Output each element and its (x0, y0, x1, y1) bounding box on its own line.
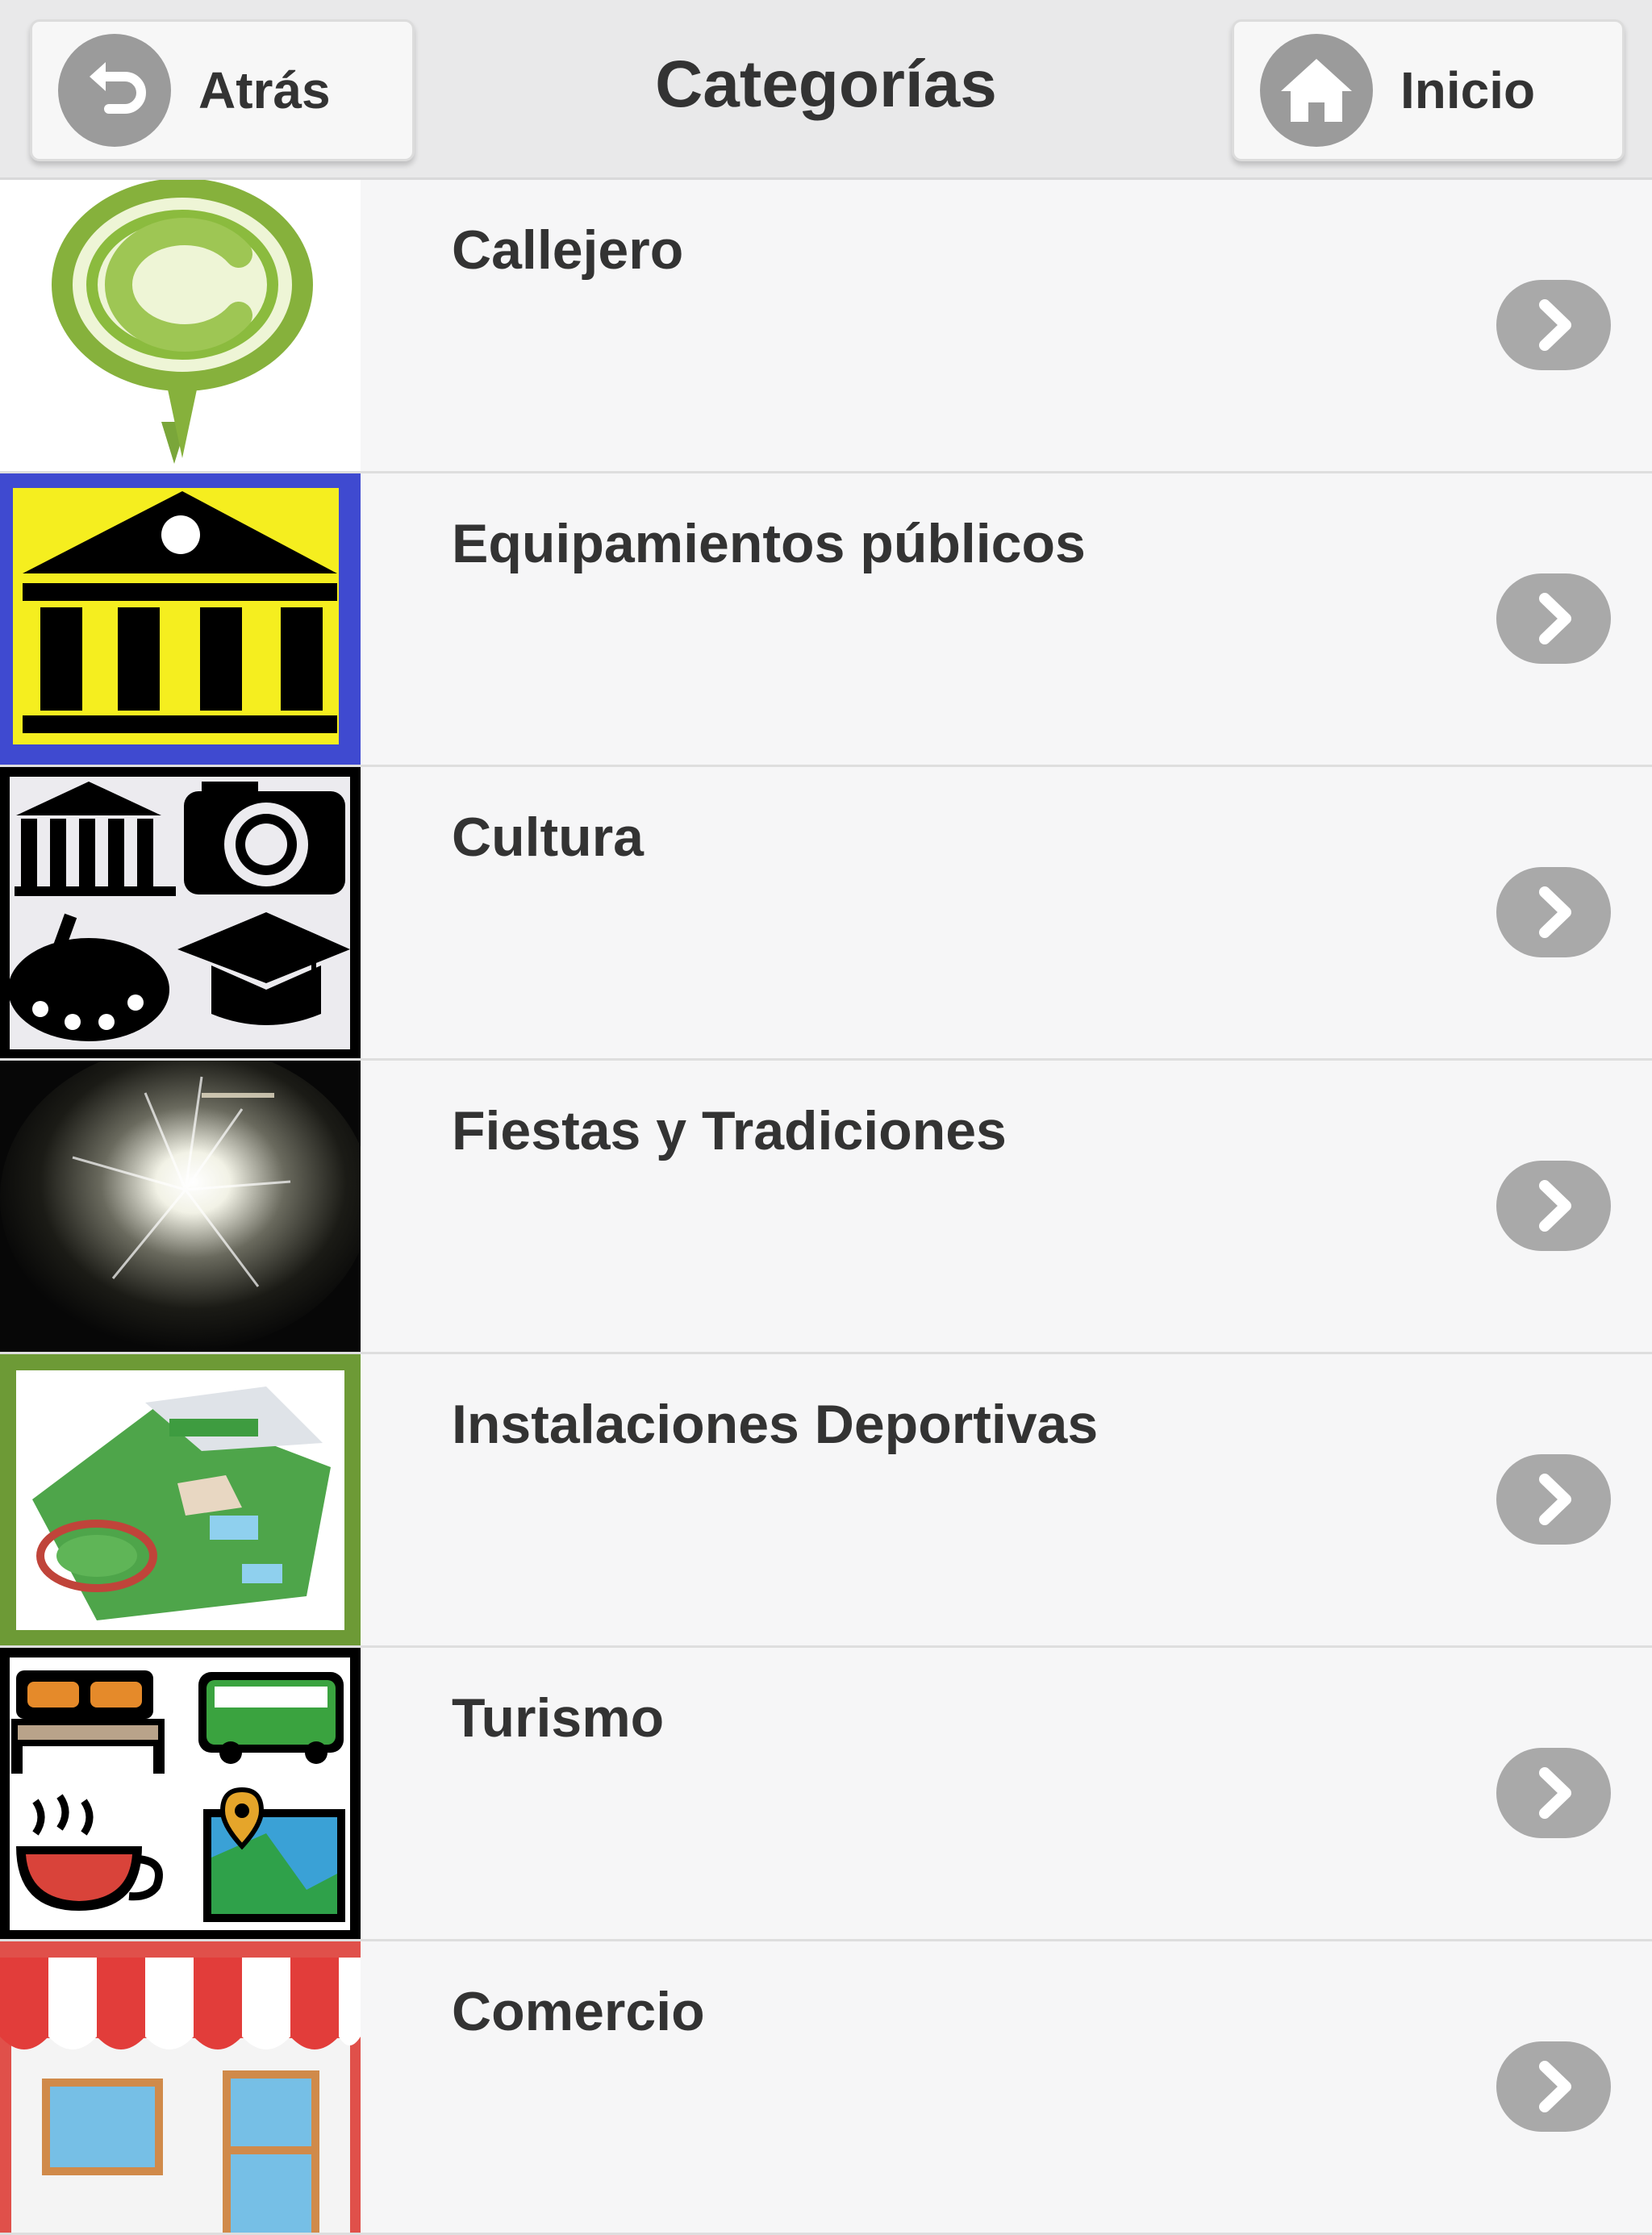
chevron-right-icon[interactable] (1496, 2041, 1611, 2132)
chevron-right-icon[interactable] (1496, 1748, 1611, 1838)
category-label: Callejero (452, 219, 684, 281)
culture-collage-icon (0, 767, 361, 1058)
category-label: Turismo (452, 1687, 665, 1749)
list-item-comercio[interactable]: Comercio (0, 1941, 1652, 2235)
list-item-instalaciones[interactable]: Instalaciones Deportivas (0, 1354, 1652, 1648)
category-label: Fiestas y Tradiciones (452, 1100, 1007, 1161)
category-label: Cultura (452, 807, 644, 868)
category-label: Equipamientos públicos (452, 513, 1086, 574)
sports-facilities-map-icon (0, 1354, 361, 1645)
category-list: Callejero Equipamientos públicos Cultura… (0, 180, 1652, 2235)
chevron-right-icon[interactable] (1496, 573, 1611, 664)
tourism-collage-icon (0, 1648, 361, 1939)
category-label: Instalaciones Deportivas (452, 1394, 1099, 1455)
chevron-right-icon[interactable] (1496, 867, 1611, 957)
public-building-icon (0, 473, 361, 765)
back-button[interactable]: Atrás (30, 19, 415, 161)
home-label: Inicio (1400, 61, 1536, 119)
list-item-turismo[interactable]: Turismo (0, 1648, 1652, 1941)
list-item-equipamientos[interactable]: Equipamientos públicos (0, 473, 1652, 767)
undo-arrow-icon (58, 34, 171, 147)
shop-storefront-icon (0, 1941, 361, 2233)
header-bar: Atrás Categorías Inicio (0, 0, 1652, 180)
list-item-fiestas[interactable]: Fiestas y Tradiciones (0, 1061, 1652, 1354)
list-item-cultura[interactable]: Cultura (0, 767, 1652, 1061)
house-icon (1260, 34, 1373, 147)
chevron-right-icon[interactable] (1496, 280, 1611, 370)
fireworks-photo (0, 1061, 361, 1352)
back-label: Atrás (198, 61, 331, 119)
map-pin-c-icon (0, 180, 361, 471)
chevron-right-icon[interactable] (1496, 1161, 1611, 1251)
chevron-right-icon[interactable] (1496, 1454, 1611, 1545)
category-label: Comercio (452, 1981, 705, 2042)
list-item-callejero[interactable]: Callejero (0, 180, 1652, 473)
home-button[interactable]: Inicio (1232, 19, 1625, 161)
